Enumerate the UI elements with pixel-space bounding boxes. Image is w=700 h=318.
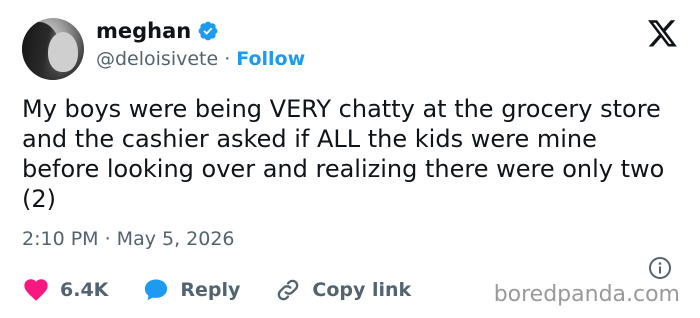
action-bar: 6.4K Reply Copy link bbox=[22, 276, 445, 304]
reply-button[interactable]: Reply bbox=[142, 276, 240, 304]
info-icon[interactable] bbox=[648, 256, 672, 280]
x-logo-icon[interactable] bbox=[648, 20, 678, 48]
author-name[interactable]: meghan bbox=[96, 19, 191, 43]
verified-badge-icon bbox=[197, 20, 219, 42]
like-count: 6.4K bbox=[60, 279, 109, 301]
heart-icon bbox=[24, 279, 48, 301]
watermark: boredpanda.com bbox=[493, 282, 680, 307]
copy-link-label: Copy link bbox=[312, 279, 412, 301]
reply-bubble-icon bbox=[145, 279, 168, 301]
like-button[interactable]: 6.4K bbox=[22, 276, 108, 304]
copy-link-button[interactable]: Copy link bbox=[274, 276, 411, 304]
author-handle-row: @deloisivete · Follow bbox=[96, 48, 305, 70]
separator-dot: · bbox=[224, 48, 231, 70]
tweet-text: My boys were being VERY chatty at the gr… bbox=[22, 95, 665, 213]
avatar[interactable] bbox=[22, 18, 84, 80]
author-name-row: meghan bbox=[96, 19, 219, 43]
link-icon bbox=[278, 279, 299, 301]
author-handle[interactable]: @deloisivete bbox=[96, 48, 218, 70]
tweet-timestamp[interactable]: 2:10 PM · May 5, 2026 bbox=[22, 228, 235, 250]
avatar-face bbox=[48, 32, 78, 72]
reply-label: Reply bbox=[180, 279, 241, 301]
follow-button[interactable]: Follow bbox=[236, 48, 305, 70]
